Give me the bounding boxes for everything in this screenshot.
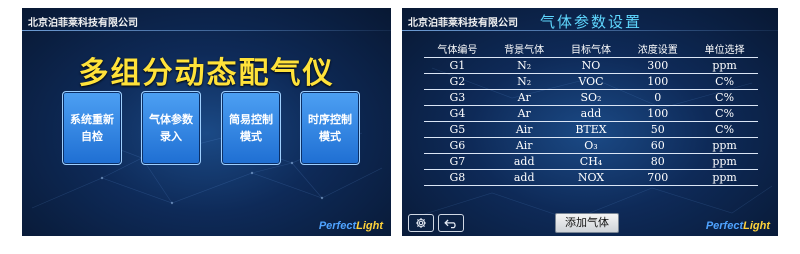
table-row: G2 N₂ VOC 100 C% — [424, 73, 758, 90]
background-gas-cell[interactable]: N₂ — [490, 57, 558, 74]
target-gas-cell[interactable]: add — [557, 105, 625, 122]
logo-part-2: Light — [743, 220, 770, 232]
concentration-cell[interactable]: 0 — [624, 89, 692, 106]
target-gas-cell[interactable]: NOX — [557, 169, 625, 186]
perfectlight-logo: PerfectLight — [706, 220, 770, 232]
header-background-gas: 背景气体 — [504, 45, 545, 56]
target-gas-cell[interactable]: BTEX — [557, 121, 625, 138]
button-label-line2: 自检 — [81, 130, 103, 143]
back-button[interactable] — [438, 214, 464, 232]
button-label-line1: 时序控制 — [308, 113, 352, 126]
concentration-cell[interactable]: 700 — [624, 169, 692, 186]
target-gas-cell[interactable]: O₃ — [557, 137, 625, 154]
company-name: 北京泊菲莱科技有限公司 — [28, 18, 138, 29]
background-gas-cell[interactable]: N₂ — [490, 73, 558, 90]
perfectlight-logo: PerfectLight — [319, 220, 383, 232]
button-label-line2: 模式 — [240, 130, 262, 143]
table-row: G5 Air BTEX 50 C% — [424, 121, 758, 138]
unit-cell[interactable]: C% — [691, 73, 758, 90]
header-divider — [22, 30, 391, 31]
button-label-line1: 系统重新 — [70, 113, 114, 126]
gas-id-cell: G6 — [424, 137, 491, 154]
button-label-line2: 模式 — [319, 130, 341, 143]
button-label-line1: 简易控制 — [229, 113, 273, 126]
gas-parameter-settings-screen: 北京泊菲莱科技有限公司 气体参数设置 气体编号 背景气体 目标气体 浓度设置 单… — [402, 8, 778, 236]
gas-id-cell: G7 — [424, 153, 491, 170]
unit-cell[interactable]: C% — [691, 121, 758, 138]
header-concentration: 浓度设置 — [637, 45, 678, 56]
target-gas-cell[interactable]: SO₂ — [557, 89, 625, 106]
gas-id-cell: G1 — [424, 57, 491, 74]
button-label-line1: 气体参数 — [149, 113, 193, 126]
app-title: 多组分动态配气仪 — [78, 56, 335, 91]
table-row: G3 Ar SO₂ 0 C% — [424, 89, 758, 106]
unit-cell[interactable]: ppm — [691, 169, 758, 186]
table-row: G1 N₂ NO 300 ppm — [424, 57, 758, 74]
background-gas-cell[interactable]: Air — [490, 137, 558, 154]
gear-icon — [416, 218, 426, 228]
table-row: G4 Ar add 100 C% — [424, 105, 758, 122]
logo-part-2: Light — [356, 220, 383, 232]
settings-button[interactable] — [408, 214, 434, 232]
gas-id-cell: G2 — [424, 73, 491, 90]
gas-parameter-table: 气体编号 背景气体 目标气体 浓度设置 单位选择 G1 N₂ NO 300 pp… — [424, 40, 758, 186]
back-arrow-icon — [444, 219, 456, 228]
table-row: G6 Air O₃ 60 ppm — [424, 137, 758, 154]
background-gas-cell[interactable]: Ar — [490, 105, 558, 122]
unit-cell[interactable]: ppm — [691, 57, 758, 74]
gas-id-cell: G4 — [424, 105, 491, 122]
main-menu-screen: 北京泊菲莱科技有限公司 多组分动态配气仪 系统重新自检 气体参数录入 简易控制模… — [22, 8, 391, 236]
header-target-gas: 目标气体 — [570, 45, 611, 56]
background-gas-cell[interactable]: Ar — [490, 89, 558, 106]
unit-cell[interactable]: ppm — [691, 153, 758, 170]
logo-part-1: Perfect — [705, 220, 744, 232]
gas-id-cell: G8 — [424, 169, 491, 186]
concentration-cell[interactable]: 300 — [624, 57, 692, 74]
background-gas-cell[interactable]: Air — [490, 121, 558, 138]
unit-cell[interactable]: C% — [691, 105, 758, 122]
gas-parameter-entry-button[interactable]: 气体参数 录入 — [141, 91, 201, 165]
target-gas-cell[interactable]: CH₄ — [557, 153, 625, 170]
unit-cell[interactable]: ppm — [691, 137, 758, 154]
gas-id-cell: G3 — [424, 89, 491, 106]
company-name: 北京泊菲莱科技有限公司 — [408, 18, 518, 29]
target-gas-cell[interactable]: NO — [557, 57, 625, 74]
system-self-check-button[interactable]: 系统重新 自检 — [62, 91, 122, 165]
page-title: 气体参数设置 — [540, 13, 643, 31]
concentration-cell[interactable]: 80 — [624, 153, 692, 170]
header-gas-id: 气体编号 — [437, 45, 478, 56]
table-row: G8 add NOX 700 ppm — [424, 169, 758, 186]
gas-id-cell: G5 — [424, 121, 491, 138]
header-unit: 单位选择 — [704, 45, 745, 56]
background-gas-cell[interactable]: add — [490, 153, 558, 170]
table-header-row: 气体编号 背景气体 目标气体 浓度设置 单位选择 — [424, 40, 758, 58]
concentration-cell[interactable]: 100 — [624, 73, 692, 90]
background-gas-cell[interactable]: add — [490, 169, 558, 186]
concentration-cell[interactable]: 100 — [624, 105, 692, 122]
timing-control-mode-button[interactable]: 时序控制 模式 — [300, 91, 360, 165]
add-gas-button[interactable]: 添加气体 — [555, 213, 619, 233]
target-gas-cell[interactable]: VOC — [557, 73, 625, 90]
button-label-line2: 录入 — [160, 130, 182, 143]
simple-control-mode-button[interactable]: 简易控制 模式 — [221, 91, 281, 165]
concentration-cell[interactable]: 50 — [624, 121, 692, 138]
table-row: G7 add CH₄ 80 ppm — [424, 153, 758, 170]
logo-part-1: Perfect — [318, 220, 357, 232]
unit-cell[interactable]: C% — [691, 89, 758, 106]
concentration-cell[interactable]: 60 — [624, 137, 692, 154]
